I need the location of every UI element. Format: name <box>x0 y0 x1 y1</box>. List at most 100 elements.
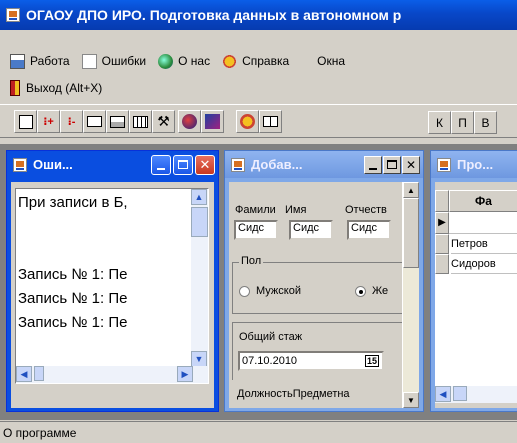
menu-help-label: Справка <box>242 54 290 68</box>
errors-hscroll[interactable]: ◀ ▶ <box>16 366 208 383</box>
tools-button[interactable]: ⚒ <box>152 110 175 133</box>
book-icon <box>263 116 278 127</box>
error-line: При записи в Б, <box>18 194 128 211</box>
table-row[interactable] <box>449 212 517 234</box>
add-vscroll[interactable]: ▲ ▼ <box>402 182 419 408</box>
female-radio[interactable]: Же <box>355 285 388 297</box>
errors-window-title-bar[interactable]: Оши... ✕ <box>7 151 218 178</box>
add-scroll-thumb[interactable] <box>403 198 419 268</box>
globe-icon <box>158 53 174 69</box>
globe-toolbar-icon <box>182 114 197 129</box>
new-record-button[interactable] <box>14 110 37 133</box>
letter-buttons: К П В <box>428 111 497 134</box>
error-line: Запись № 1: Пе <box>18 290 128 307</box>
experience-date-field[interactable]: 07.10.2010 15 <box>238 351 384 371</box>
browse-scroll-left-icon[interactable]: ◀ <box>435 386 451 402</box>
letter-v-button[interactable]: В <box>474 111 497 134</box>
add-row-button[interactable]: ⁝+ <box>37 110 60 133</box>
add-maximize-button[interactable] <box>383 155 401 174</box>
add-window-body: Фамили Имя Отчеств Сидс Сидс Сидс Пол Му… <box>229 182 419 408</box>
add-scroll-up-icon[interactable]: ▲ <box>403 182 419 198</box>
error-line: Запись № 1: Пе <box>18 314 128 331</box>
toolbar-group-2 <box>178 110 224 133</box>
male-label: Мужской <box>256 285 301 297</box>
add-minimize-button[interactable] <box>364 155 382 174</box>
surname-field[interactable]: Сидс <box>234 220 278 240</box>
menu-errors-label: Ошибки <box>101 54 147 68</box>
remove-row-icon: ⁝- <box>67 116 76 128</box>
menu-row: Работа Ошибки О нас Справка Окна <box>0 50 517 72</box>
menu-work-label: Работа <box>30 54 70 68</box>
scroll-left-icon[interactable]: ◀ <box>16 366 32 382</box>
add-scroll-down-icon[interactable]: ▼ <box>403 392 419 408</box>
experience-date: 07.10.2010 <box>242 355 298 367</box>
surname-label: Фамили <box>235 204 276 216</box>
add-close-button[interactable]: ✕ <box>402 155 420 174</box>
menu-help[interactable]: Справка <box>222 53 290 69</box>
exit-menu-item[interactable]: Выход (Alt+X) <box>10 78 102 98</box>
table-row[interactable]: Петров <box>451 234 517 254</box>
calendar-icon[interactable]: 15 <box>364 355 379 367</box>
scroll-right-icon[interactable]: ▶ <box>177 366 193 382</box>
printer-icon <box>110 115 125 128</box>
browse-window-title: Про... <box>457 157 494 172</box>
minimize-icon <box>157 167 165 170</box>
app-title: ОГАОУ ДПО ИРО. Подготовка данных в автон… <box>26 7 402 23</box>
minimize-button[interactable] <box>151 154 171 175</box>
table-row[interactable]: Сидоров <box>451 254 517 274</box>
grid-column-header[interactable]: Фа <box>449 190 517 212</box>
male-radio[interactable]: Мужской <box>239 285 301 297</box>
globe-toolbar-button[interactable] <box>178 110 201 133</box>
browse-window-title-bar[interactable]: Про... <box>431 151 517 178</box>
table-button[interactable] <box>129 110 152 133</box>
female-label: Же <box>372 285 389 297</box>
table-icon <box>133 115 148 128</box>
errors-memo[interactable]: При записи в Б, Запись № 1: Пе Запись № … <box>15 188 209 384</box>
scroll-down-icon[interactable]: ▼ <box>191 351 207 367</box>
row-indicator-2 <box>435 234 449 254</box>
browse-hscroll[interactable]: ◀ <box>435 386 517 403</box>
letter-k-button[interactable]: К <box>428 111 451 134</box>
menu-errors[interactable]: Ошибки <box>81 53 147 69</box>
errors-vscroll[interactable]: ▲ ▼ <box>191 189 208 367</box>
error-line <box>18 239 128 263</box>
close-button[interactable]: ✕ <box>195 154 215 175</box>
menu-about[interactable]: О нас <box>158 53 211 69</box>
chart-button[interactable] <box>201 110 224 133</box>
remove-row-button[interactable]: ⁝- <box>60 110 83 133</box>
maximize-button[interactable] <box>173 154 193 175</box>
scroll-up-icon[interactable]: ▲ <box>191 189 207 205</box>
patronymic-field[interactable]: Сидс <box>347 220 391 240</box>
menu-windows-label: Окна <box>317 54 346 68</box>
exit-icon <box>10 80 20 96</box>
status-bar: О программе <box>0 421 517 443</box>
letter-p-button[interactable]: П <box>451 111 474 134</box>
patronymic-label: Отчеств <box>345 204 387 216</box>
browse-window-icon <box>437 157 451 172</box>
app-title-bar[interactable]: ОГАОУ ДПО ИРО. Подготовка данных в автон… <box>0 0 517 30</box>
toolbar-group-3 <box>236 110 282 133</box>
maximize-icon <box>387 160 397 169</box>
name-field[interactable]: Сидс <box>289 220 333 240</box>
errors-text: При записи в Б, Запись № 1: Пе Запись № … <box>18 191 128 335</box>
menu-windows[interactable]: Окна <box>317 54 345 68</box>
chart-icon <box>205 114 220 129</box>
folder-icon <box>87 116 102 127</box>
browse-grid[interactable]: Фа ▶ Петров Сидоров <box>435 190 517 386</box>
hscroll-thumb[interactable] <box>34 366 44 381</box>
menu-work[interactable]: Работа <box>10 53 70 69</box>
browse-window: Про... Фа ▶ Петров Сидоров ◀ <box>430 150 517 412</box>
book-button[interactable] <box>259 110 282 133</box>
scroll-thumb[interactable] <box>191 207 208 237</box>
errors-icon <box>81 53 97 69</box>
new-record-icon <box>18 114 33 129</box>
work-icon <box>10 53 25 69</box>
add-window-title-bar[interactable]: Добав... ✕ <box>225 151 423 178</box>
menu-about-label: О нас <box>178 54 211 68</box>
help-toolbar-button[interactable] <box>236 110 259 133</box>
status-text: О программе <box>3 425 77 440</box>
print-button[interactable] <box>106 110 129 133</box>
browse-hscroll-thumb[interactable] <box>453 386 467 401</box>
open-folder-button[interactable] <box>83 110 106 133</box>
male-radio-icon <box>239 285 250 297</box>
